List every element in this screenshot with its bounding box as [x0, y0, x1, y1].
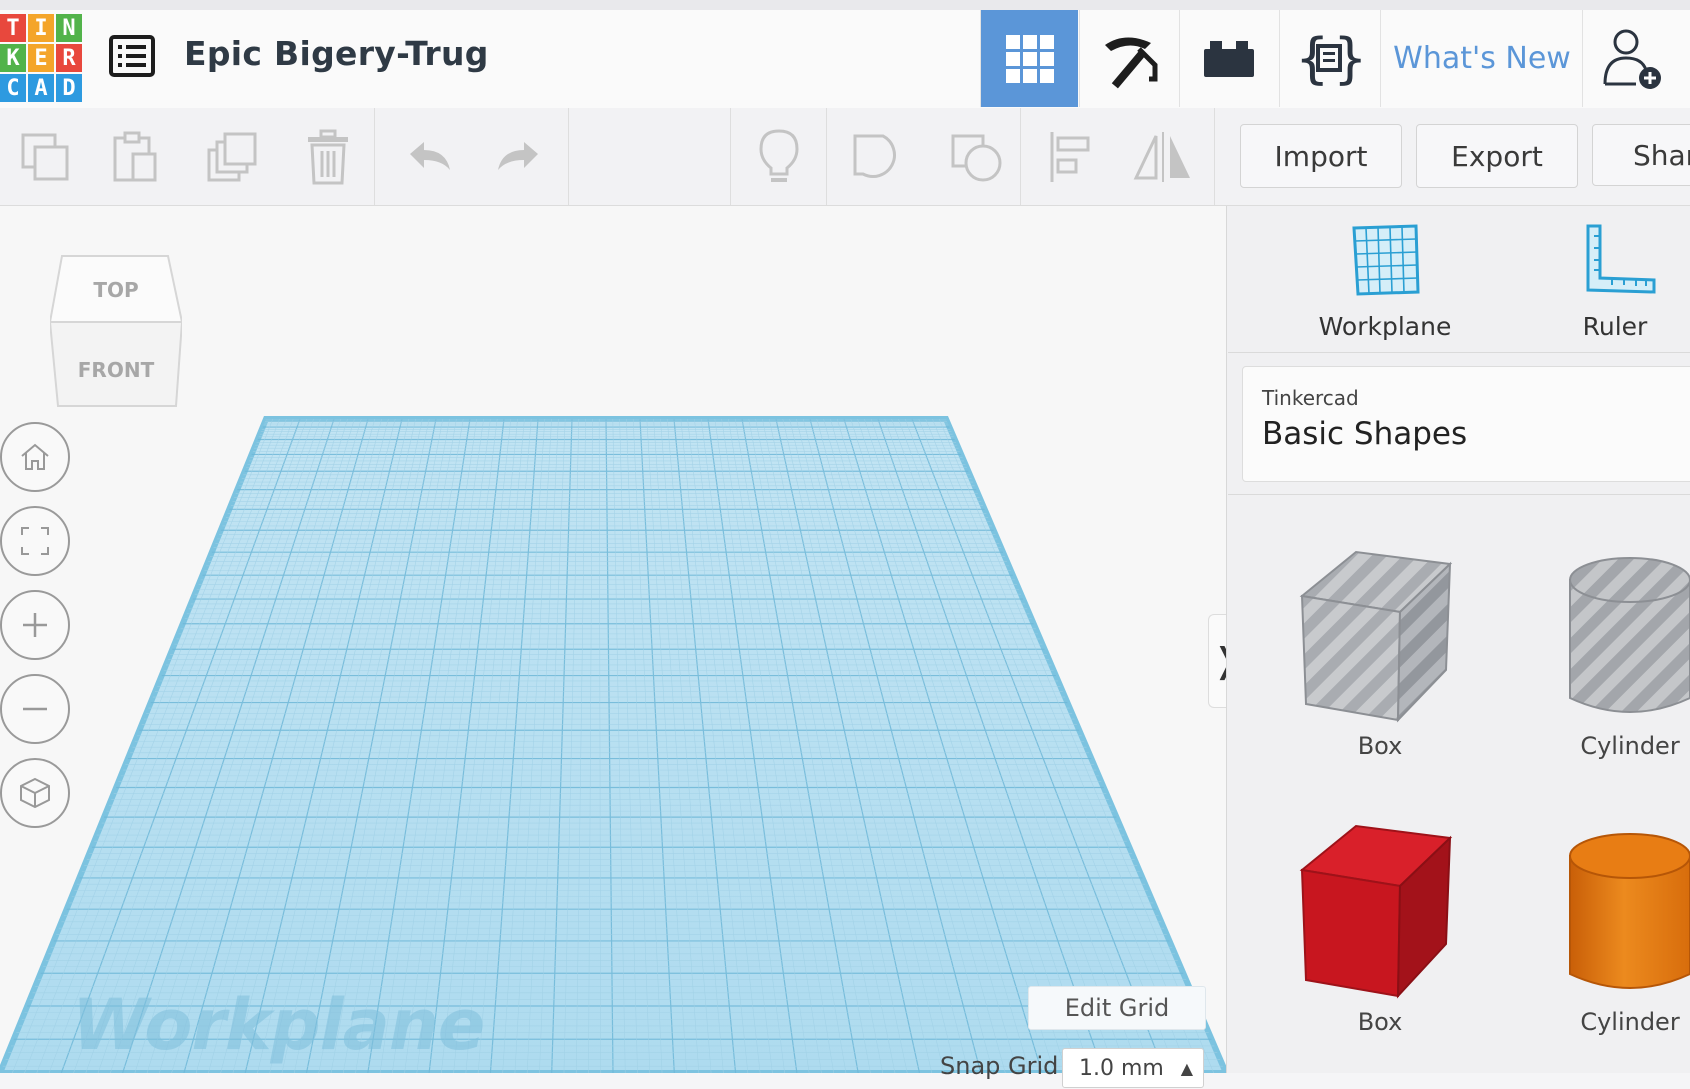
fit-view-button[interactable] — [0, 506, 70, 576]
export-button[interactable]: Export — [1416, 124, 1578, 188]
view-cube[interactable]: TOP FRONT — [48, 254, 184, 410]
duplicate-icon — [207, 132, 257, 181]
add-user-icon — [1603, 29, 1661, 89]
import-button[interactable]: Import — [1240, 124, 1402, 188]
copy-button[interactable] — [10, 108, 80, 205]
shape-label: Box — [1357, 1008, 1403, 1036]
duplicate-button[interactable] — [196, 108, 270, 205]
perspective-toggle-button[interactable] — [0, 758, 70, 828]
logo-letter: N — [56, 14, 82, 42]
ruler-tool-label: Ruler — [1582, 312, 1648, 341]
workplane-grid[interactable] — [0, 206, 1226, 1073]
workplane-tool[interactable]: Workplane — [1300, 220, 1470, 350]
shape-cylinder-hole[interactable]: Cylinder — [1540, 544, 1690, 774]
workplane-tool-label: Workplane — [1318, 312, 1452, 341]
whats-new-link[interactable]: What's New — [1380, 10, 1583, 107]
box-icon — [1299, 824, 1453, 999]
logo-letter: E — [28, 44, 54, 72]
panel-divider — [1228, 352, 1690, 353]
minus-icon — [23, 707, 47, 711]
delete-button[interactable] — [292, 108, 364, 205]
edit-grid-button[interactable]: Edit Grid — [1028, 986, 1206, 1030]
toolbar-divider — [374, 108, 375, 205]
zoom-out-button[interactable] — [0, 674, 70, 744]
mirror-button[interactable] — [1126, 108, 1200, 205]
fit-all-icon — [21, 527, 49, 555]
toolbar-divider — [826, 108, 827, 205]
brick-icon — [1203, 40, 1254, 77]
shape-label: Box — [1357, 732, 1403, 760]
undo-button[interactable] — [394, 108, 464, 205]
logo-letter: C — [0, 74, 26, 102]
tab-code-blocks[interactable]: { } — [1279, 10, 1377, 107]
lightbulb-icon — [759, 128, 799, 182]
logo-letter: K — [0, 44, 26, 72]
share-button[interactable]: Shar — [1592, 124, 1690, 186]
logo-letter: D — [56, 74, 82, 102]
library-name: Basic Shapes — [1262, 416, 1468, 452]
ungroup-button[interactable] — [940, 108, 1014, 205]
shape-box[interactable]: Box — [1290, 820, 1470, 1050]
redo-button[interactable] — [484, 108, 554, 205]
cylinder-hole-icon — [1569, 557, 1690, 713]
viewcube-front-label: FRONT — [77, 358, 155, 382]
ungroup-icon — [951, 134, 1002, 181]
shape-box-hole[interactable]: Box — [1290, 544, 1470, 774]
home-icon — [21, 443, 49, 470]
paste-icon — [113, 131, 157, 181]
curly-braces-icon: { } — [1296, 29, 1362, 89]
align-icon — [1050, 131, 1090, 182]
browser-top-strip — [0, 0, 1690, 10]
notes-button[interactable] — [746, 108, 812, 205]
shape-cylinder[interactable]: Cylinder — [1540, 820, 1690, 1050]
redo-icon — [498, 141, 538, 170]
panel-divider — [1228, 494, 1690, 495]
toolbar-divider — [1020, 108, 1021, 205]
snap-grid-select[interactable]: 1.0 mm ▲ — [1062, 1048, 1204, 1088]
chevron-up-icon: ▲ — [1180, 1059, 1193, 1078]
box-hole-icon — [1299, 550, 1453, 723]
ruler-tool[interactable]: Ruler — [1540, 220, 1690, 350]
toolbar-divider — [568, 108, 569, 205]
group-icon — [853, 134, 896, 178]
toolbar-divider — [730, 108, 731, 205]
workplane-watermark: Workplane — [72, 984, 485, 1066]
shape-label: Cylinder — [1580, 1008, 1680, 1036]
toolbar-divider — [1214, 108, 1215, 205]
viewcube-top-label: TOP — [93, 278, 139, 302]
snap-grid-value: 1.0 mm — [1079, 1056, 1164, 1081]
cube-icon — [20, 777, 50, 809]
tab-bricks[interactable] — [1179, 10, 1277, 107]
home-view-button[interactable] — [0, 422, 70, 492]
ruler-icon — [1586, 224, 1656, 294]
document-title[interactable]: Epic Bigery-Trug — [184, 34, 489, 73]
library-provider: Tinkercad — [1262, 386, 1359, 410]
design-list-icon[interactable] — [108, 34, 156, 78]
snap-grid-label: Snap Grid — [940, 1052, 1059, 1080]
mirror-icon — [1133, 131, 1190, 182]
tinkercad-logo[interactable]: TIN KER CAD — [0, 14, 82, 102]
logo-letter: R — [56, 44, 82, 72]
plus-icon — [23, 613, 47, 637]
add-user-button[interactable] — [1582, 10, 1683, 107]
trash-icon — [308, 129, 348, 184]
workplane-icon — [1352, 224, 1420, 296]
copy-icon — [21, 133, 69, 180]
zoom-in-button[interactable] — [0, 590, 70, 660]
logo-letter: A — [28, 74, 54, 102]
cylinder-icon — [1569, 833, 1690, 989]
grid-icon — [1005, 34, 1054, 83]
tab-codeblocks[interactable] — [1079, 10, 1177, 107]
group-button[interactable] — [842, 108, 916, 205]
logo-letter: I — [28, 14, 54, 42]
pickaxe-icon — [1104, 36, 1157, 88]
paste-button[interactable] — [100, 108, 170, 205]
shape-label: Cylinder — [1580, 732, 1680, 760]
tab-3d-design[interactable] — [980, 10, 1078, 107]
logo-letter: T — [0, 14, 26, 42]
align-button[interactable] — [1036, 108, 1106, 205]
undo-icon — [410, 141, 450, 170]
